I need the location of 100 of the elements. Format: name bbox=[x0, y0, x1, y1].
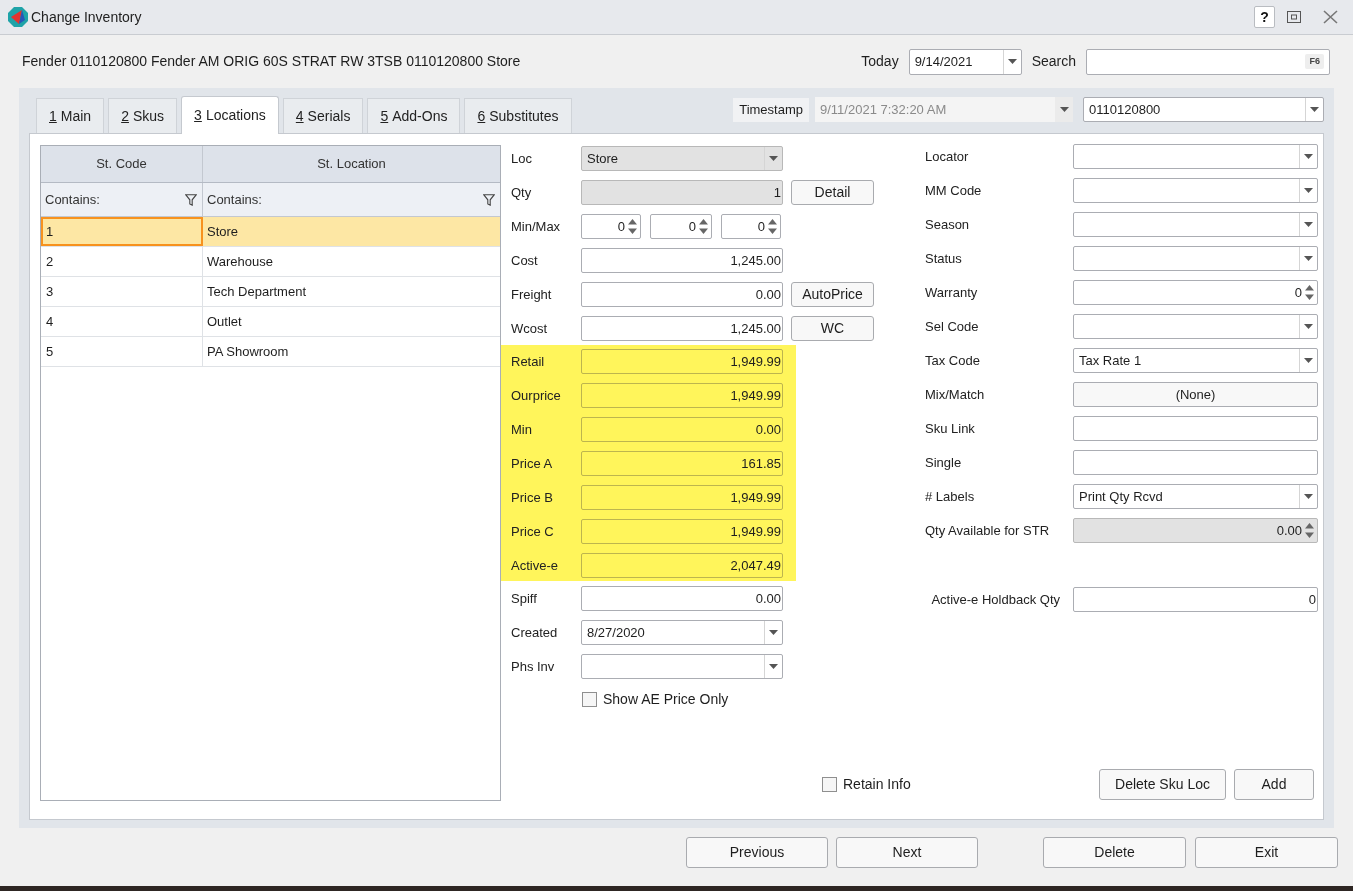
input-field[interactable]: 2,047.49 bbox=[581, 553, 783, 578]
table-cell-text: Outlet bbox=[206, 312, 243, 331]
input-field[interactable]: 161.85 bbox=[581, 451, 783, 476]
input-field[interactable]: 0.00 bbox=[581, 586, 783, 611]
spinner-arrows-icon bbox=[628, 219, 637, 234]
table-row[interactable]: 1 Store bbox=[41, 217, 500, 247]
caret-icon bbox=[1310, 107, 1319, 112]
dropdown[interactable] bbox=[1073, 212, 1318, 237]
tab[interactable]: 4 Serials bbox=[282, 98, 364, 133]
table-cell: 3 bbox=[41, 277, 203, 306]
filter-field[interactable]: Contains: bbox=[203, 183, 500, 216]
help-button[interactable]: ? bbox=[1254, 6, 1275, 28]
dropdown[interactable]: Tax Rate 1 bbox=[1073, 348, 1318, 373]
input-field[interactable]: 0.00 bbox=[581, 282, 783, 307]
input-field[interactable] bbox=[1073, 450, 1318, 475]
field-label: Season bbox=[924, 215, 971, 234]
field-label: Active-e Holdback Qty bbox=[930, 590, 1061, 609]
field-label: Warranty bbox=[924, 283, 979, 302]
input-field[interactable]: 1,949.99 bbox=[581, 349, 783, 374]
table-cell: 4 bbox=[41, 307, 203, 336]
field-label: MM Code bbox=[924, 181, 983, 200]
spinner-field[interactable]: 0 bbox=[1073, 280, 1318, 305]
input-field[interactable]: 1,949.99 bbox=[581, 383, 783, 408]
field-label: Cost bbox=[511, 251, 539, 270]
tab[interactable]: 1 Main bbox=[36, 98, 105, 133]
input-field[interactable] bbox=[1073, 416, 1318, 441]
dropdown[interactable]: 8/27/2020 bbox=[581, 620, 783, 645]
spinner-field[interactable]: 0 bbox=[650, 214, 712, 239]
input-field[interactable]: 1,245.00 bbox=[581, 316, 783, 341]
input-field[interactable]: 1,949.99 bbox=[581, 485, 783, 510]
previous-button[interactable]: Previous bbox=[686, 837, 828, 868]
search-field[interactable]: F6 bbox=[1086, 48, 1330, 75]
table-cell-text: Warehouse bbox=[206, 252, 274, 271]
caret-icon bbox=[1304, 188, 1313, 193]
dropdown[interactable]: 0110120800 bbox=[1083, 97, 1324, 122]
caret-icon bbox=[1304, 154, 1313, 159]
spinner-arrows-icon bbox=[1305, 285, 1314, 300]
hotkey-label: F6 bbox=[1305, 53, 1324, 70]
dropdown[interactable] bbox=[581, 654, 783, 679]
spinner-field[interactable]: 0 bbox=[581, 214, 641, 239]
table-row[interactable]: 4 Outlet bbox=[41, 307, 500, 337]
input-field[interactable]: 1,245.00 bbox=[581, 248, 783, 273]
spinner-arrows-icon bbox=[699, 219, 708, 234]
wc-button[interactable]: WC bbox=[791, 316, 874, 341]
table-row[interactable]: 5 PA Showroom bbox=[41, 337, 500, 367]
column-header[interactable]: St. Location bbox=[203, 146, 500, 182]
table-row[interactable]: 3 Tech Department bbox=[41, 277, 500, 307]
next-button[interactable]: Next bbox=[836, 837, 978, 868]
dropdown[interactable]: Print Qty Rcvd bbox=[1073, 484, 1318, 509]
field-label: Today bbox=[861, 52, 899, 71]
caret-icon bbox=[769, 630, 778, 635]
dropdown[interactable] bbox=[1073, 178, 1318, 203]
field-label: Mix/Match bbox=[924, 385, 986, 404]
checkbox[interactable] bbox=[822, 777, 837, 792]
table-row[interactable]: 2 Warehouse bbox=[41, 247, 500, 277]
field-label: Sel Code bbox=[924, 317, 980, 336]
field-label: Created bbox=[511, 623, 559, 642]
checkbox[interactable] bbox=[582, 691, 597, 707]
tab[interactable]: 3 Locations bbox=[181, 96, 279, 134]
dropdown[interactable] bbox=[1073, 246, 1318, 271]
delete-button[interactable]: Delete bbox=[1043, 837, 1186, 868]
tab[interactable]: 6 Substitutes bbox=[464, 98, 572, 133]
restore-icon bbox=[1287, 11, 1301, 23]
table-cell: 2 bbox=[41, 247, 203, 276]
field-label: Ourprice bbox=[511, 386, 562, 405]
field-label: Loc bbox=[511, 149, 533, 168]
dropdown[interactable] bbox=[1073, 144, 1318, 169]
caret-icon bbox=[1304, 494, 1313, 499]
autoprice-button[interactable]: AutoPrice bbox=[791, 282, 874, 307]
field-label: Locator bbox=[924, 147, 970, 166]
checkbox-label: Show AE Price Only bbox=[603, 689, 729, 709]
caret-icon bbox=[1304, 222, 1313, 227]
dropdown[interactable] bbox=[1073, 314, 1318, 339]
field-label: Price B bbox=[511, 488, 554, 507]
delete-sku-loc-button[interactable]: Delete Sku Loc bbox=[1099, 769, 1226, 800]
spinner-field[interactable]: 0 bbox=[721, 214, 781, 239]
date-dropdown[interactable]: 9/14/2021 bbox=[908, 48, 1022, 75]
column-header[interactable]: St. Code bbox=[41, 146, 203, 182]
field-label: Active-e bbox=[511, 556, 559, 575]
field-label: Wcost bbox=[511, 319, 549, 338]
filter-icon bbox=[185, 193, 197, 206]
field-label: Min/Max bbox=[511, 217, 562, 236]
field-label: Sku Link bbox=[924, 419, 976, 438]
filter-icon bbox=[483, 193, 495, 206]
add-button[interactable]: Add bbox=[1234, 769, 1314, 800]
input-field[interactable]: 0.00 bbox=[581, 417, 783, 442]
filter-field[interactable]: Contains: bbox=[41, 183, 203, 216]
window-title: Change Inventory bbox=[31, 7, 142, 27]
input-field[interactable]: 1,949.99 bbox=[581, 519, 783, 544]
field-label: Timestamp bbox=[733, 97, 809, 122]
picker-button[interactable]: (None) bbox=[1073, 382, 1318, 407]
caret-icon bbox=[1304, 324, 1313, 329]
table-cell: 5 bbox=[41, 337, 203, 366]
field-label: Search bbox=[1031, 52, 1076, 71]
exit-button[interactable]: Exit bbox=[1195, 837, 1338, 868]
input-field[interactable]: 0 bbox=[1073, 587, 1318, 612]
tab[interactable]: 5 Add-Ons bbox=[367, 98, 461, 133]
tab[interactable]: 2 Skus bbox=[108, 98, 178, 133]
field-label: Qty Available for STR bbox=[924, 521, 1051, 540]
field-label: Min bbox=[511, 420, 533, 439]
